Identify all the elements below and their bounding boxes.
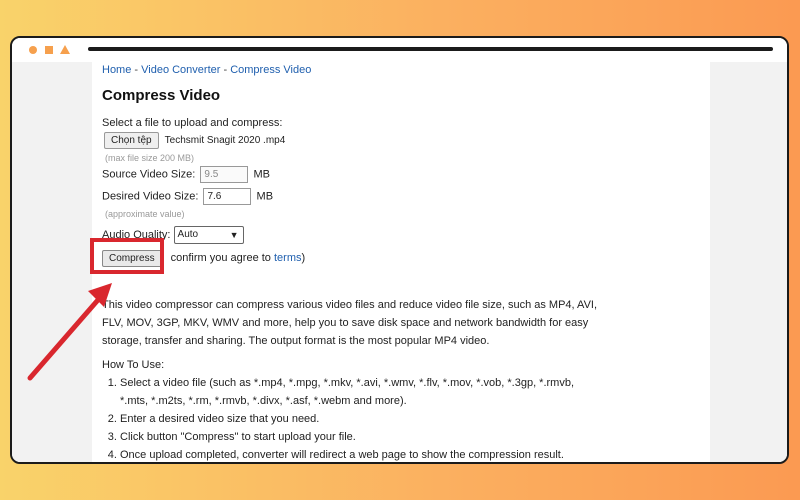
red-arrow-icon xyxy=(27,283,112,381)
